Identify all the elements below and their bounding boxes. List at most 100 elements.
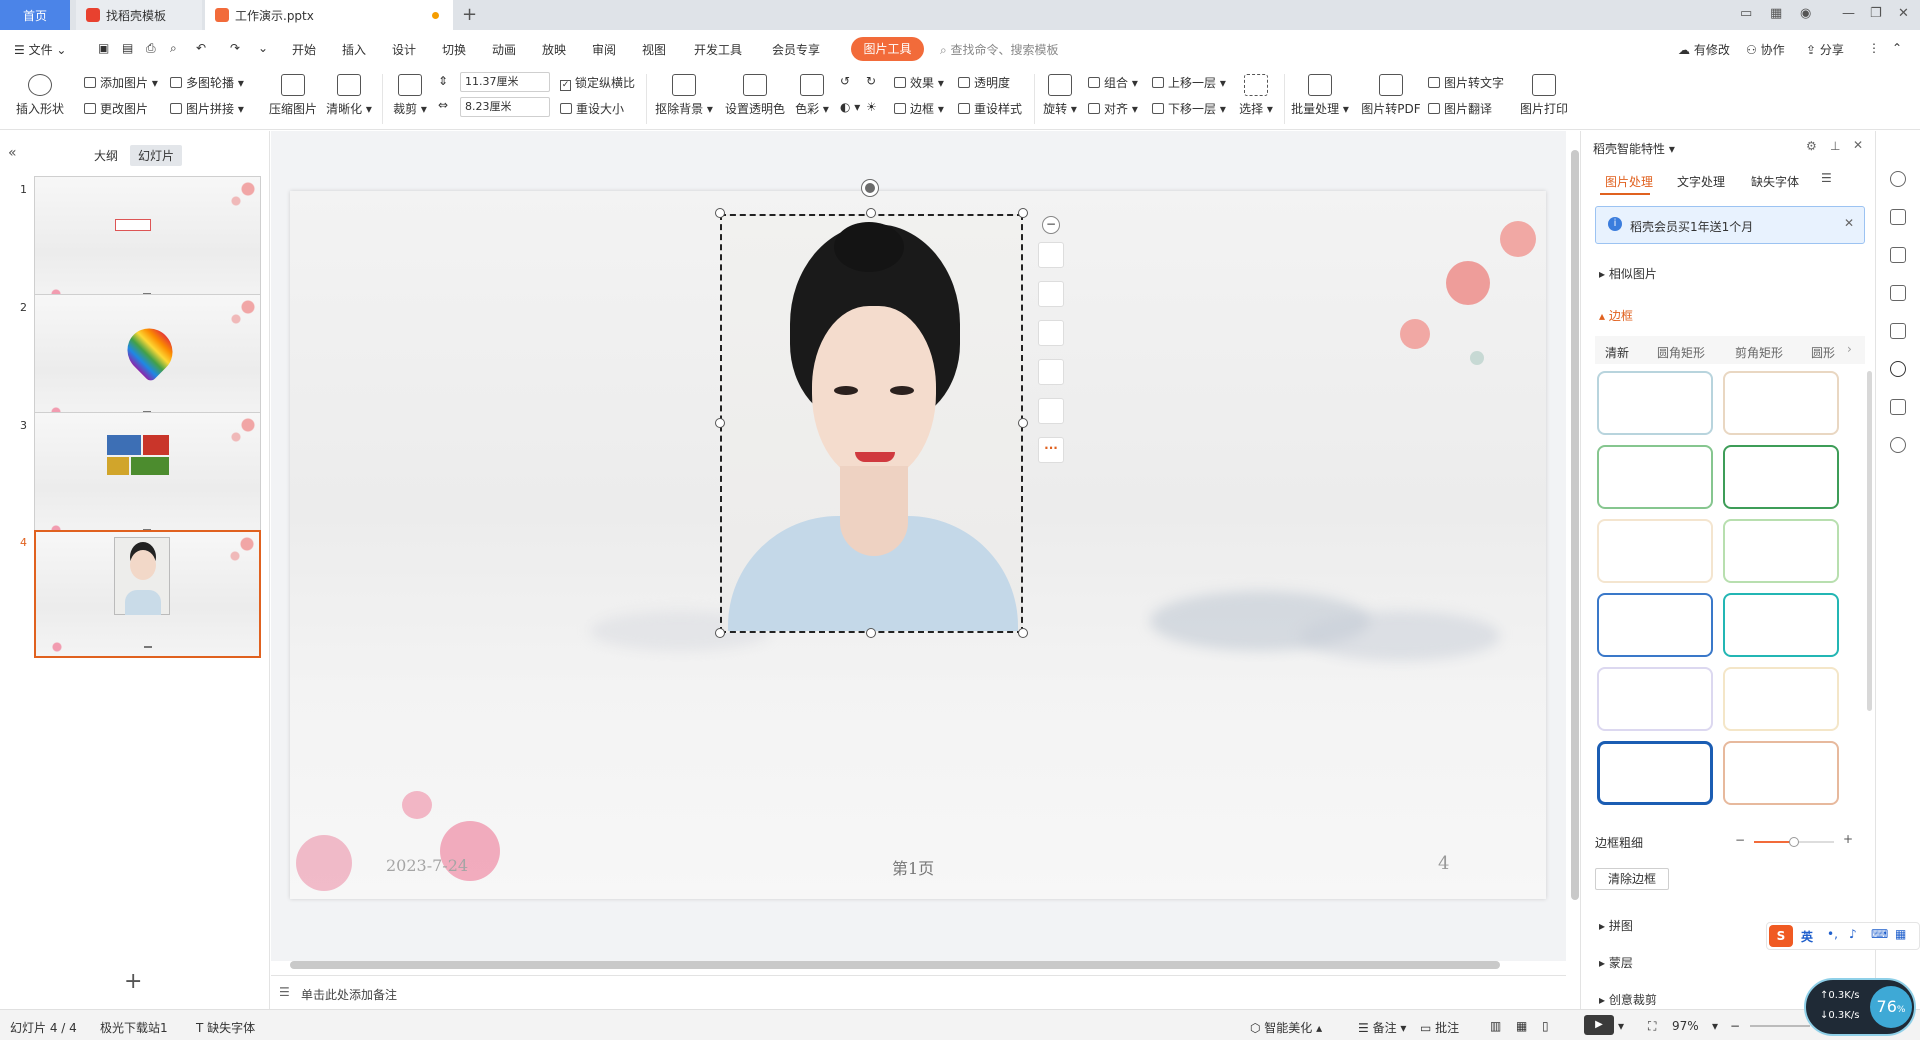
border-frame-option[interactable]: [1597, 371, 1713, 435]
slideshow-dropdown-icon[interactable]: ▾: [1618, 1019, 1624, 1033]
change-picture-button[interactable]: 更改图片: [84, 100, 148, 117]
pin-icon[interactable]: ⊥: [1830, 139, 1840, 153]
zoom-dropdown-icon[interactable]: ▾: [1712, 1019, 1718, 1033]
quick-access-more-icon[interactable]: ⌄: [258, 41, 268, 55]
tab-slides[interactable]: 幻灯片: [130, 145, 183, 166]
rotate-right-icon[interactable]: ↻: [866, 74, 876, 88]
picture-to-pdf-button[interactable]: 图片转PDF: [1358, 74, 1424, 117]
vertical-scrollbar[interactable]: [1571, 150, 1579, 900]
resize-handle[interactable]: [1018, 208, 1028, 218]
missing-font-status[interactable]: T 缺失字体: [196, 1019, 255, 1036]
more-options-icon[interactable]: ···: [1038, 437, 1064, 463]
border-tab-rounded[interactable]: 圆角矩形: [1657, 344, 1705, 361]
notes-area[interactable]: ☰ 单击此处添加备注: [271, 975, 1566, 1009]
theme-name[interactable]: 极光下载站1: [100, 1019, 168, 1036]
border-frame-option[interactable]: [1597, 667, 1713, 731]
border-frame-option[interactable]: [1597, 741, 1713, 805]
add-picture-button[interactable]: 添加图片 ▾: [84, 74, 158, 91]
new-tab-icon[interactable]: +: [462, 4, 477, 25]
border-thickness-slider[interactable]: [1754, 837, 1834, 847]
crop-button[interactable]: 裁剪 ▾: [390, 74, 430, 117]
send-backward-button[interactable]: 下移一层 ▾: [1152, 100, 1226, 117]
select-button[interactable]: 选择 ▾: [1236, 74, 1276, 117]
border-frame-option[interactable]: [1723, 445, 1839, 509]
border-section[interactable]: ▴ 边框: [1599, 307, 1633, 324]
picture-print-button[interactable]: 图片打印: [1516, 74, 1572, 117]
creative-crop-section[interactable]: ▸ 创意裁剪: [1599, 991, 1657, 1005]
collapse-panel-icon[interactable]: «: [8, 145, 17, 161]
zoom-level[interactable]: 97%: [1672, 1019, 1699, 1033]
star-icon[interactable]: [1890, 247, 1906, 263]
help-icon[interactable]: [1890, 437, 1906, 453]
picture-convert-icon[interactable]: [1038, 398, 1064, 424]
transparency-button[interactable]: 透明度: [958, 74, 1010, 91]
smart-feature-icon[interactable]: [1890, 361, 1906, 377]
bring-forward-button[interactable]: 上移一层 ▾: [1152, 74, 1226, 91]
horizontal-scrollbar[interactable]: [290, 961, 1500, 969]
multi-carousel-button[interactable]: 多图轮播 ▾: [170, 74, 244, 91]
close-window-icon[interactable]: ✕: [1898, 6, 1909, 21]
border-tab-fresh[interactable]: 清新: [1605, 344, 1629, 361]
mask-section[interactable]: ▸ 蒙层: [1599, 954, 1633, 971]
panel-title[interactable]: 稻壳智能特性 ▾: [1593, 140, 1675, 157]
share-button[interactable]: ⇪ 分享: [1806, 41, 1844, 58]
contrast-icon[interactable]: ◐ ▾: [840, 100, 860, 114]
file-menu[interactable]: ☰ 文件 ⌄: [14, 41, 66, 58]
border-tab-circle[interactable]: 圆形: [1811, 344, 1835, 361]
add-slide-button[interactable]: +: [124, 969, 142, 994]
rotate-handle-icon[interactable]: [862, 180, 878, 196]
settings-icon[interactable]: ⚙: [1806, 139, 1817, 153]
command-search[interactable]: ⌕ 查找命令、搜索模板: [940, 41, 1059, 58]
tab-outline[interactable]: 大纲: [86, 145, 126, 166]
undo-icon[interactable]: ↶: [196, 41, 206, 55]
close-banner-icon[interactable]: ✕: [1844, 216, 1854, 230]
picture-collage-button[interactable]: 图片拼接 ▾: [170, 100, 244, 117]
apps-grid-icon[interactable]: ▦: [1770, 6, 1782, 21]
brightness-icon[interactable]: ☀: [866, 100, 877, 114]
normal-view-icon[interactable]: ▥: [1490, 1019, 1501, 1033]
border-frame-option[interactable]: [1597, 445, 1713, 509]
preview-icon[interactable]: ⌕: [170, 41, 177, 56]
layout-icon[interactable]: ▭: [1740, 6, 1752, 21]
tab-document[interactable]: 工作演示.pptx: [205, 0, 453, 30]
set-transparent-button[interactable]: 设置透明色: [722, 74, 788, 117]
collapse-ribbon-icon[interactable]: ⌃: [1892, 41, 1902, 55]
zoom-out-icon[interactable]: −: [1042, 216, 1060, 234]
selected-portrait-picture[interactable]: [720, 214, 1023, 633]
border-tab-cut-corner[interactable]: 剪角矩形: [1735, 344, 1783, 361]
batch-process-button[interactable]: 批量处理 ▾: [1290, 74, 1350, 117]
slide-thumbnail-3[interactable]: [34, 412, 261, 540]
menu-review[interactable]: 审阅: [592, 41, 616, 58]
picture-translate-button[interactable]: 图片翻译: [1428, 100, 1492, 117]
redo-icon[interactable]: ↷: [230, 41, 240, 55]
resize-handle[interactable]: [715, 418, 725, 428]
collaborate-button[interactable]: ⚇ 协作: [1746, 41, 1785, 58]
remove-background-button[interactable]: 抠除背景 ▾: [654, 74, 714, 117]
tab-text-processing[interactable]: 文字处理: [1677, 173, 1725, 190]
tab-home[interactable]: 首页: [0, 0, 70, 30]
ime-toolbar[interactable]: S 英 •, ♪ ⌨ ▦: [1766, 922, 1920, 950]
member-promo-banner[interactable]: i 稻壳会员买1年送1个月 ✕: [1595, 206, 1865, 244]
zoom-slider[interactable]: [1750, 1025, 1810, 1027]
resize-handle[interactable]: [715, 208, 725, 218]
changes-button[interactable]: ☁ 有修改: [1678, 41, 1730, 58]
border-button[interactable]: 边框 ▾: [894, 100, 944, 117]
collage-section[interactable]: ▸ 拼图: [1599, 917, 1633, 934]
clear-border-button[interactable]: 清除边框: [1595, 868, 1669, 890]
compress-picture-button[interactable]: 压缩图片: [266, 74, 320, 117]
slide-thumbnail-1[interactable]: [34, 176, 261, 304]
border-frame-option[interactable]: [1597, 519, 1713, 583]
panel-menu-icon[interactable]: ☰: [1821, 171, 1832, 185]
group-button[interactable]: 组合 ▾: [1088, 74, 1138, 91]
comments-button[interactable]: ▭ 批注: [1420, 1019, 1459, 1036]
fit-window-icon[interactable]: ⛶: [1648, 1019, 1656, 1034]
resize-handle[interactable]: [866, 628, 876, 638]
menu-slideshow[interactable]: 放映: [542, 41, 566, 58]
print-icon[interactable]: ⎙: [146, 41, 156, 56]
rotate-button[interactable]: 旋转 ▾: [1040, 74, 1080, 117]
picture-height-input[interactable]: 8.23厘米: [460, 97, 550, 117]
crop-float-icon[interactable]: [1038, 320, 1064, 346]
resize-handle[interactable]: [1018, 418, 1028, 428]
border-frame-option[interactable]: [1723, 667, 1839, 731]
menu-developer[interactable]: 开发工具: [694, 41, 742, 58]
